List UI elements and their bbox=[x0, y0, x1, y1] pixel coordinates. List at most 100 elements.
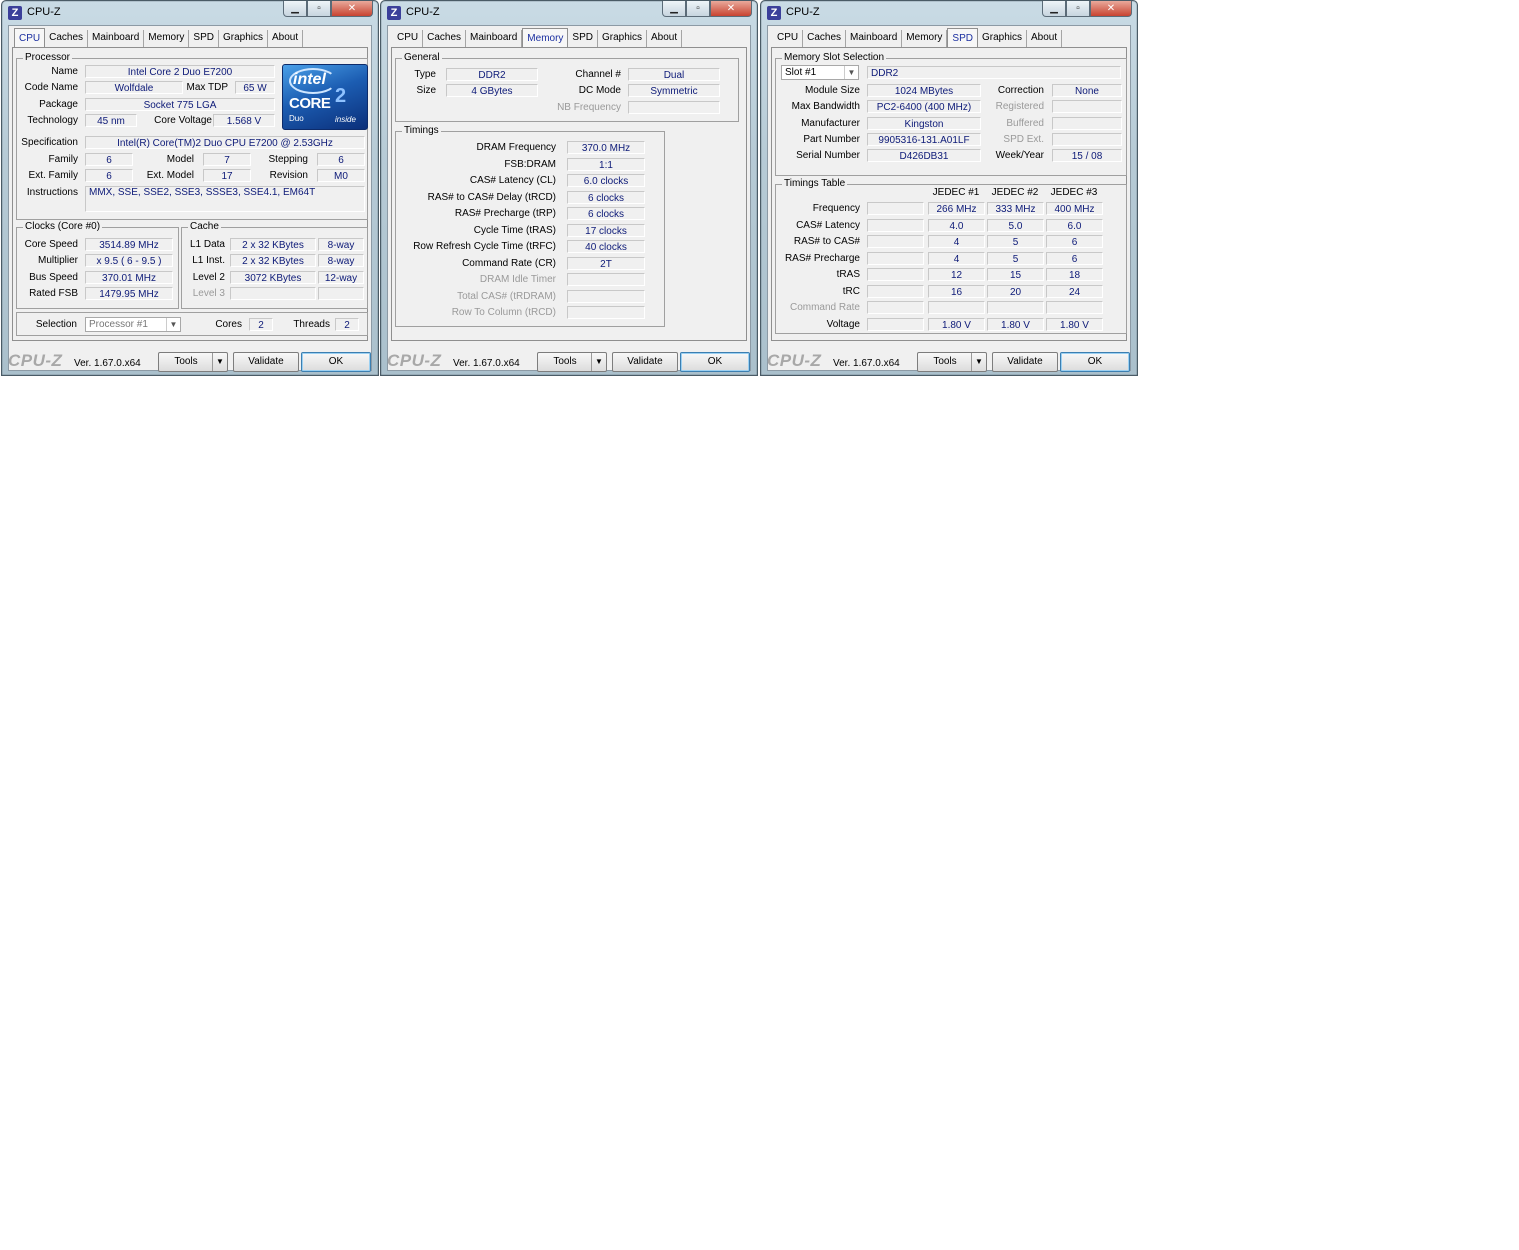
spd-timing-cell: 12 bbox=[928, 268, 985, 281]
tab-caches[interactable]: Caches bbox=[803, 30, 847, 47]
name-value: Intel Core 2 Duo E7200 bbox=[85, 65, 275, 78]
tools-button[interactable]: Tools ▼ bbox=[158, 352, 228, 372]
timing-value: 1:1 bbox=[567, 157, 645, 171]
instructions-value: MMX, SSE, SSE2, SSE3, SSSE3, SSE4.1, EM6… bbox=[85, 186, 365, 212]
slot-select[interactable]: Slot #1 ▼ bbox=[781, 65, 859, 80]
tab-caches[interactable]: Caches bbox=[45, 30, 89, 47]
spd-ext-value bbox=[1052, 133, 1122, 146]
spd-ext-label: SPD Ext. bbox=[1003, 134, 1044, 145]
tab-about[interactable]: About bbox=[268, 30, 304, 47]
spd-timing-cell: 266 MHz bbox=[928, 202, 985, 215]
jedec-column-header: JEDEC #3 bbox=[1050, 187, 1098, 198]
timing-value: 6 clocks bbox=[567, 207, 645, 220]
tab-memory[interactable]: Memory bbox=[902, 30, 948, 47]
processor-select-value: Processor #1 bbox=[89, 319, 148, 330]
spd-timing-cell: 20 bbox=[987, 284, 1044, 298]
tools-button-label: Tools bbox=[553, 356, 577, 367]
bus-speed-value: 370.01 MHz bbox=[85, 271, 173, 284]
tab-mainboard[interactable]: Mainboard bbox=[466, 30, 523, 47]
memory-slot-group-title: Memory Slot Selection bbox=[782, 52, 887, 63]
cpuz-brand-logo: CPU-Z bbox=[767, 351, 822, 370]
instructions-label: Instructions bbox=[26, 187, 78, 198]
bus-speed-label: Bus Speed bbox=[29, 272, 78, 283]
validate-button[interactable]: Validate bbox=[233, 352, 299, 372]
tab-strip: CPU Caches Mainboard Memory SPD Graphics… bbox=[773, 28, 1063, 48]
size-value: 4 GBytes bbox=[446, 84, 538, 97]
timing-value: 6.0 clocks bbox=[567, 174, 645, 187]
dc-mode-label: DC Mode bbox=[578, 85, 621, 96]
validate-button[interactable]: Validate bbox=[992, 352, 1058, 372]
version-label: Ver. 1.67.0.x64 bbox=[453, 358, 520, 369]
tab-graphics[interactable]: Graphics bbox=[598, 30, 647, 47]
tab-graphics[interactable]: Graphics bbox=[978, 30, 1027, 47]
close-button[interactable]: ✕ bbox=[331, 1, 373, 17]
cpuz-window-spd: Z CPU-Z ▁ ▫ ✕ CPU Caches Mainboard Memor… bbox=[760, 0, 1138, 376]
maximize-button[interactable]: ▫ bbox=[307, 1, 331, 17]
registered-label: Registered bbox=[995, 101, 1044, 112]
module-size-value: 1024 MBytes bbox=[867, 84, 981, 97]
tab-cpu[interactable]: CPU bbox=[14, 28, 46, 47]
tab-cpu[interactable]: CPU bbox=[393, 30, 424, 47]
minimize-button[interactable]: ▁ bbox=[1042, 1, 1066, 17]
close-button[interactable]: ✕ bbox=[1090, 1, 1132, 17]
spd-timing-cell: 5 bbox=[987, 251, 1044, 265]
tab-memory[interactable]: Memory bbox=[144, 30, 190, 47]
rated-fsb-value: 1479.95 MHz bbox=[85, 287, 173, 300]
title-bar[interactable]: Z CPU-Z ▁ ▫ ✕ bbox=[2, 1, 378, 23]
spd-timing-blank-cell bbox=[867, 251, 924, 265]
minimize-button[interactable]: ▁ bbox=[283, 1, 307, 17]
cpuz-window-memory: Z CPU-Z ▁ ▫ ✕ CPU Caches Mainboard Memor… bbox=[380, 0, 758, 376]
spd-timing-blank-cell bbox=[867, 218, 924, 232]
tools-dropdown-icon[interactable]: ▼ bbox=[591, 353, 606, 371]
processor-select[interactable]: Processor #1 ▼ bbox=[85, 317, 181, 332]
close-button[interactable]: ✕ bbox=[710, 1, 752, 17]
tools-dropdown-icon[interactable]: ▼ bbox=[971, 353, 986, 371]
title-bar[interactable]: Z CPU-Z ▁ ▫ ✕ bbox=[761, 1, 1137, 23]
tab-caches[interactable]: Caches bbox=[423, 30, 467, 47]
tab-spd[interactable]: SPD bbox=[947, 28, 978, 47]
tab-about[interactable]: About bbox=[1027, 30, 1063, 47]
registered-value bbox=[1052, 100, 1122, 113]
maximize-icon: ▫ bbox=[696, 3, 700, 14]
rated-fsb-label: Rated FSB bbox=[29, 288, 78, 299]
intel-core2-duo-logo: intel CORE 2 Duo inside bbox=[282, 64, 368, 130]
cpuz-brand-logo: CPU-Z bbox=[8, 351, 63, 370]
selection-group: Selection Processor #1 ▼ Cores 2 Threads… bbox=[16, 312, 368, 336]
cores-value: 2 bbox=[249, 318, 273, 331]
processor-group: Processor Name Intel Core 2 Duo E7200 Co… bbox=[16, 52, 368, 220]
minimize-button[interactable]: ▁ bbox=[662, 1, 686, 17]
tools-dropdown-icon[interactable]: ▼ bbox=[212, 353, 227, 371]
timing-label: FSB:DRAM bbox=[504, 158, 556, 170]
ext-family-label: Ext. Family bbox=[28, 170, 78, 181]
ok-button[interactable]: OK bbox=[680, 352, 750, 372]
family-value: 6 bbox=[85, 153, 133, 166]
spd-timing-cell: 333 MHz bbox=[987, 202, 1044, 215]
tab-spd[interactable]: SPD bbox=[189, 30, 219, 47]
tab-spd[interactable]: SPD bbox=[568, 30, 598, 47]
tools-button[interactable]: Tools ▼ bbox=[537, 352, 607, 372]
name-label: Name bbox=[51, 66, 78, 77]
threads-value: 2 bbox=[335, 318, 359, 331]
specification-value: Intel(R) Core(TM)2 Duo CPU E7200 @ 2.53G… bbox=[85, 136, 365, 149]
technology-value: 45 nm bbox=[85, 114, 137, 127]
week-year-label: Week/Year bbox=[995, 150, 1044, 161]
validate-button[interactable]: Validate bbox=[612, 352, 678, 372]
timing-label: Total CAS# (tRDRAM) bbox=[457, 290, 556, 302]
tools-button[interactable]: Tools ▼ bbox=[917, 352, 987, 372]
tab-memory[interactable]: Memory bbox=[522, 28, 569, 47]
tab-mainboard[interactable]: Mainboard bbox=[88, 30, 145, 47]
tab-cpu[interactable]: CPU bbox=[773, 30, 804, 47]
revision-value: M0 bbox=[317, 169, 365, 182]
maximize-button[interactable]: ▫ bbox=[686, 1, 710, 17]
l1-data-value: 2 x 32 KBytes bbox=[230, 238, 316, 251]
title-bar[interactable]: Z CPU-Z ▁ ▫ ✕ bbox=[381, 1, 757, 23]
package-value: Socket 775 LGA bbox=[85, 98, 275, 111]
maximize-button[interactable]: ▫ bbox=[1066, 1, 1090, 17]
tab-graphics[interactable]: Graphics bbox=[219, 30, 268, 47]
tab-about[interactable]: About bbox=[647, 30, 683, 47]
logo-sub: Duo bbox=[289, 114, 304, 123]
clocks-group-title: Clocks (Core #0) bbox=[23, 221, 103, 232]
tab-mainboard[interactable]: Mainboard bbox=[846, 30, 903, 47]
ok-button[interactable]: OK bbox=[301, 352, 371, 372]
ok-button[interactable]: OK bbox=[1060, 352, 1130, 372]
